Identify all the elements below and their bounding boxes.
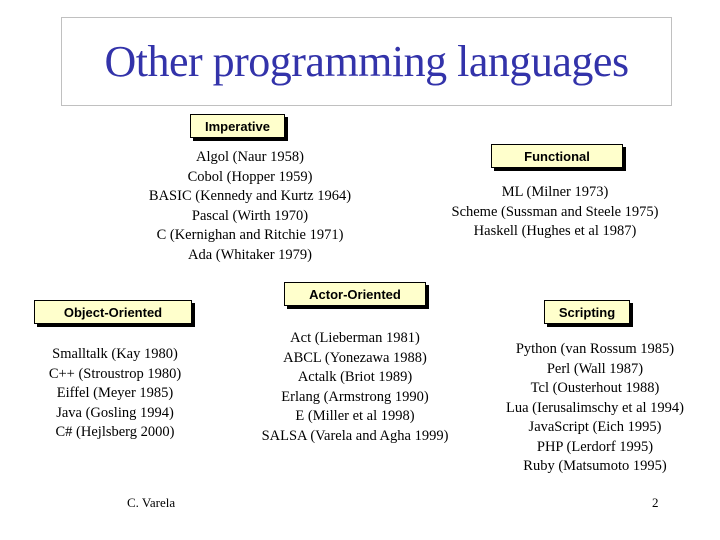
list-item: C# (Hejlsberg 2000) bbox=[55, 424, 175, 440]
scripting-language-list: Python (van Rossum 1985) Perl (Wall 1987… bbox=[480, 340, 710, 477]
list-item: ML (Milner 1973) bbox=[501, 184, 609, 200]
actor-oriented-language-list: Act (Lieberman 1981) ABCL (Yonezawa 1988… bbox=[240, 329, 470, 446]
list-item: Lua (Ierusalimschy et al 1994) bbox=[506, 399, 684, 416]
category-label-imperative: Imperative bbox=[190, 114, 285, 138]
list-item: JavaScript (Eich 1995) bbox=[528, 419, 662, 435]
object-oriented-language-list: Smalltalk (Kay 1980) C++ (Stroustrop 198… bbox=[20, 345, 210, 443]
list-item: PHP (Lerdorf 1995) bbox=[536, 438, 654, 455]
list-item: Tcl (Ousterhout 1988) bbox=[530, 380, 660, 396]
list-item: Eiffel (Meyer 1985) bbox=[56, 385, 174, 401]
list-item: Pascal (Wirth 1970) bbox=[191, 207, 309, 224]
list-item: Ada (Whitaker 1979) bbox=[187, 246, 312, 263]
list-item: C++ (Stroustrop 1980) bbox=[48, 365, 182, 382]
category-label-object-oriented: Object-Oriented bbox=[34, 300, 192, 324]
category-label-scripting: Scripting bbox=[544, 300, 630, 324]
page-number: 2 bbox=[652, 495, 659, 510]
list-item: Actalk (Briot 1989) bbox=[297, 369, 413, 385]
list-item: Cobol (Hopper 1959) bbox=[187, 168, 313, 185]
list-item: Ruby (Matsumoto 1995) bbox=[523, 458, 667, 474]
list-item: Haskell (Hughes et al 1987) bbox=[473, 223, 637, 239]
list-item: Perl (Wall 1987) bbox=[546, 360, 644, 377]
list-item: E (Miller et al 1998) bbox=[295, 408, 415, 424]
category-label-actor-oriented: Actor-Oriented bbox=[284, 282, 426, 306]
imperative-language-list: Algol (Naur 1958) Cobol (Hopper 1959) BA… bbox=[120, 148, 380, 265]
list-item: BASIC (Kennedy and Kurtz 1964) bbox=[148, 188, 352, 204]
list-item: C (Kernighan and Ritchie 1971) bbox=[156, 227, 344, 243]
list-item: Act (Lieberman 1981) bbox=[290, 330, 420, 346]
list-item: Python (van Rossum 1985) bbox=[515, 341, 675, 357]
list-item: Algol (Naur 1958) bbox=[196, 149, 304, 165]
title-frame: Other programming languages bbox=[61, 17, 672, 106]
footer-author: C. Varela bbox=[127, 495, 176, 510]
list-item: SALSA (Varela and Agha 1999) bbox=[261, 427, 449, 444]
list-item: Smalltalk (Kay 1980) bbox=[52, 346, 178, 362]
list-item: Erlang (Armstrong 1990) bbox=[281, 388, 429, 405]
category-label-functional: Functional bbox=[491, 144, 623, 168]
functional-language-list: ML (Milner 1973) Scheme (Sussman and Ste… bbox=[430, 183, 680, 242]
list-item: Scheme (Sussman and Steele 1975) bbox=[451, 203, 659, 220]
slide-title: Other programming languages bbox=[104, 37, 629, 86]
list-item: Java (Gosling 1994) bbox=[56, 404, 174, 421]
list-item: ABCL (Yonezawa 1988) bbox=[283, 349, 427, 366]
